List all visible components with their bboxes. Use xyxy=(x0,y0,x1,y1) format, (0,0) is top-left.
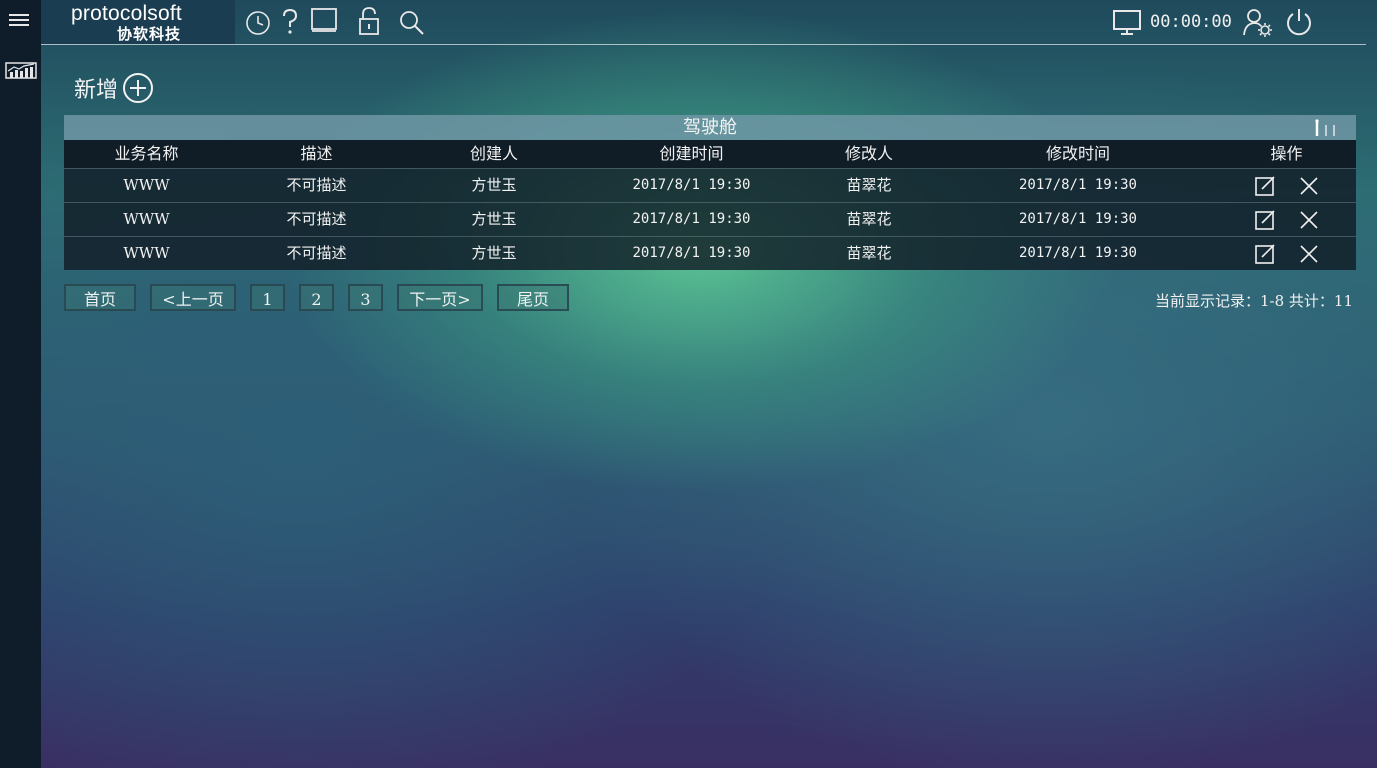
cell-actions xyxy=(1217,203,1356,236)
first-page-button[interactable]: 首页 xyxy=(64,284,136,311)
monitor-icon[interactable] xyxy=(1112,9,1142,37)
menu-icon[interactable] xyxy=(9,14,29,28)
cell-created-time: 2017/8/1 19:30 xyxy=(632,177,751,193)
page-2-button[interactable]: 2 xyxy=(299,284,334,311)
column-header[interactable]: 修改时间 xyxy=(939,140,1217,168)
records-info: 当前显示记录：1-8 共计：11 xyxy=(1154,292,1353,310)
sidebar xyxy=(0,0,41,768)
column-header[interactable]: 创建人 xyxy=(404,140,584,168)
cell-actions xyxy=(1217,237,1356,270)
data-table: 驾驶舱 业务名称 描述 创建人 创建时间 修改人 修改时间 操作 WWW 不可描… xyxy=(64,115,1356,270)
power-icon[interactable] xyxy=(1284,7,1314,37)
cell-description: 不可描述 xyxy=(286,244,347,262)
cell-created-time: 2017/8/1 19:30 xyxy=(632,245,751,261)
history-icon[interactable] xyxy=(245,10,271,36)
column-header[interactable]: 业务名称 xyxy=(64,140,229,168)
column-header[interactable]: 创建时间 xyxy=(584,140,799,168)
edit-icon[interactable] xyxy=(1254,209,1276,231)
cell-modified-time: 2017/8/1 19:30 xyxy=(1018,245,1137,261)
cell-creator: 方世玉 xyxy=(471,210,517,228)
table-row: WWW 不可描述 方世玉 2017/8/1 19:30 苗翠花 2017/8/1… xyxy=(64,168,1356,202)
edit-icon[interactable] xyxy=(1254,175,1276,197)
delete-icon[interactable] xyxy=(1298,243,1320,265)
table-row: WWW 不可描述 方世玉 2017/8/1 19:30 苗翠花 2017/8/1… xyxy=(64,202,1356,236)
help-icon[interactable] xyxy=(281,8,299,36)
cell-actions xyxy=(1217,169,1356,202)
lock-icon[interactable] xyxy=(357,6,381,36)
pagination: 首页 <上一页 1 2 3 下一页> 尾页 xyxy=(64,284,583,311)
screen-icon[interactable] xyxy=(309,7,339,35)
prev-page-button[interactable]: <上一页 xyxy=(150,284,236,311)
cell-modified-time: 2017/8/1 19:30 xyxy=(1018,177,1137,193)
delete-icon[interactable] xyxy=(1298,175,1320,197)
table-title-bar: 驾驶舱 xyxy=(64,115,1356,140)
cell-name: WWW xyxy=(123,244,170,262)
column-header[interactable]: 修改人 xyxy=(799,140,939,168)
column-toggle-icon[interactable] xyxy=(1314,119,1338,137)
add-label: 新增 xyxy=(74,78,119,103)
page-1-button[interactable]: 1 xyxy=(250,284,285,311)
add-icon[interactable] xyxy=(122,72,154,104)
table-header: 业务名称 描述 创建人 创建时间 修改人 修改时间 操作 xyxy=(64,140,1356,168)
cell-created-time: 2017/8/1 19:30 xyxy=(632,211,751,227)
column-header[interactable]: 描述 xyxy=(229,140,404,168)
column-header: 操作 xyxy=(1270,144,1303,163)
delete-icon[interactable] xyxy=(1298,209,1320,231)
clock: 00:00:00 xyxy=(1150,12,1232,32)
add-section: 新增 xyxy=(74,72,154,104)
cell-modifier: 苗翠花 xyxy=(846,210,892,228)
cell-description: 不可描述 xyxy=(286,176,347,194)
cell-creator: 方世玉 xyxy=(471,176,517,194)
last-page-button[interactable]: 尾页 xyxy=(497,284,569,311)
edit-icon[interactable] xyxy=(1254,243,1276,265)
top-bar: protocolsoft 协软科技 00:00:00 xyxy=(41,0,1366,45)
cell-name: WWW xyxy=(123,176,170,194)
cell-name: WWW xyxy=(123,210,170,228)
table-row: WWW 不可描述 方世玉 2017/8/1 19:30 苗翠花 2017/8/1… xyxy=(64,236,1356,270)
cell-modified-time: 2017/8/1 19:30 xyxy=(1018,211,1137,227)
page-3-button[interactable]: 3 xyxy=(348,284,383,311)
search-icon[interactable] xyxy=(399,10,425,36)
user-settings-icon[interactable] xyxy=(1242,7,1274,39)
chart-icon[interactable] xyxy=(5,62,37,80)
logo-subtitle: 协软科技 xyxy=(117,25,182,43)
table-title: 驾驶舱 xyxy=(683,117,737,138)
cell-description: 不可描述 xyxy=(286,210,347,228)
next-page-button[interactable]: 下一页> xyxy=(397,284,483,311)
logo: protocolsoft 协软科技 xyxy=(41,0,235,44)
cell-modifier: 苗翠花 xyxy=(846,244,892,262)
cell-modifier: 苗翠花 xyxy=(846,176,892,194)
cell-creator: 方世玉 xyxy=(471,244,517,262)
